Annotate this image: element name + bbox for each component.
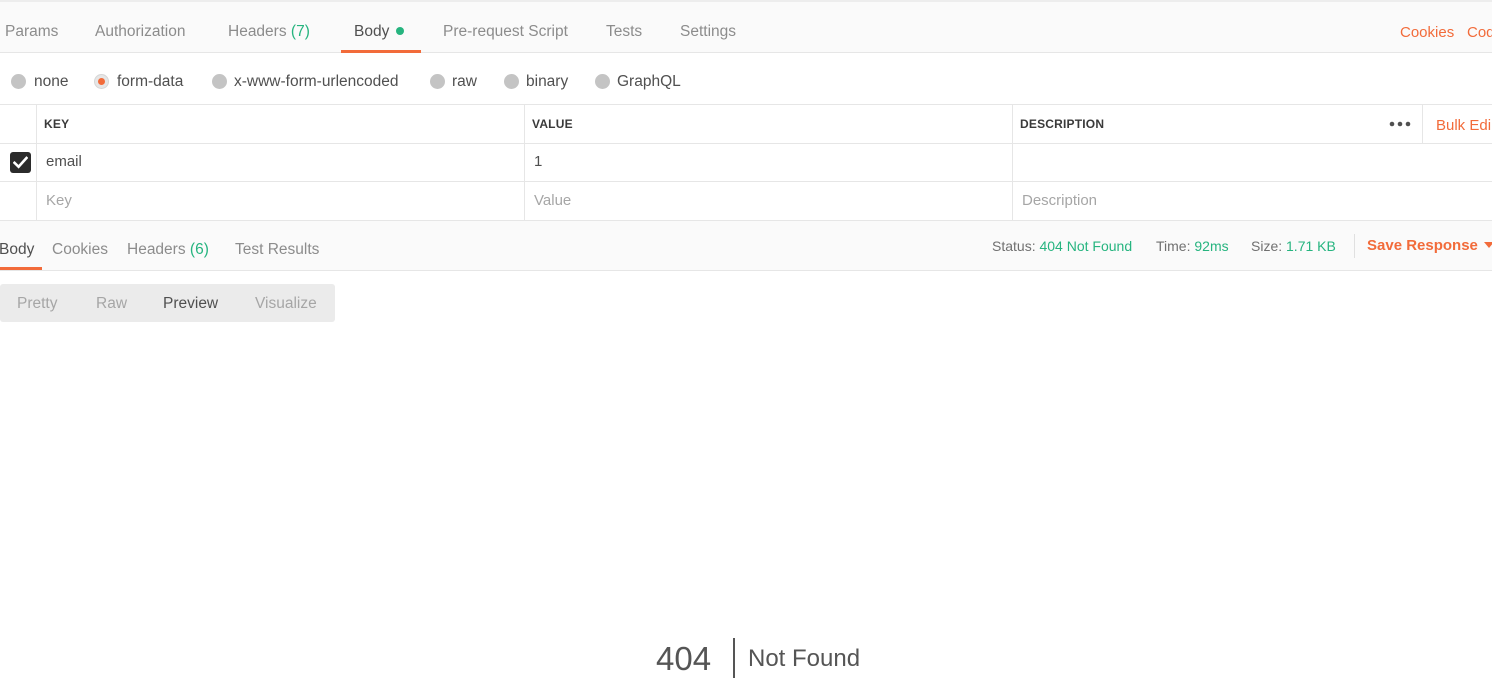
column-header-value: VALUE (532, 117, 573, 131)
view-mode-pretty[interactable]: Pretty (17, 284, 57, 323)
table-column-divider (36, 104, 37, 220)
radio-raw-icon[interactable] (430, 74, 445, 89)
tab-params[interactable]: Params (5, 2, 58, 53)
table-column-divider (1012, 104, 1013, 220)
column-header-description: DESCRIPTION (1020, 117, 1105, 131)
param-key-cell[interactable]: email (46, 143, 82, 181)
param-description-cell[interactable] (1022, 143, 1482, 181)
chevron-down-icon[interactable] (1484, 242, 1492, 248)
radio-urlencoded-icon[interactable] (212, 74, 227, 89)
response-tab-test-results[interactable]: Test Results (235, 221, 319, 270)
radio-graphql-icon[interactable] (595, 74, 610, 89)
bulk-edit-link[interactable]: Bulk Edi (1436, 104, 1491, 147)
response-preview (0, 322, 1492, 678)
response-headers-count: (6) (189, 241, 209, 258)
radio-raw-label[interactable]: raw (452, 53, 477, 104)
table-column-divider (524, 104, 525, 220)
radio-none-label[interactable]: none (34, 53, 68, 104)
error-separator (733, 638, 735, 678)
new-description-input[interactable]: Description (1022, 182, 1097, 220)
headers-count: (7) (290, 23, 310, 40)
new-key-input[interactable]: Key (46, 182, 72, 220)
tab-label: Body (354, 23, 390, 40)
response-time[interactable]: Time: 92ms (1156, 221, 1229, 271)
new-value-input[interactable]: Value (534, 182, 571, 220)
radio-form-data-label[interactable]: form-data (117, 53, 183, 104)
tab-label: Params (5, 23, 59, 40)
request-tab-bar: Params Authorization Headers (7) Body Pr… (0, 0, 1492, 53)
tab-label: Settings (680, 23, 737, 40)
meta-divider (1354, 234, 1355, 258)
radio-urlencoded-label[interactable]: x-www-form-urlencoded (234, 53, 399, 104)
view-mode-raw[interactable]: Raw (96, 284, 127, 323)
radio-form-data-icon[interactable] (94, 74, 109, 89)
time-value: 92ms (1194, 238, 1229, 254)
status-label: Status: (992, 238, 1036, 254)
body-type-selector: none form-data x-www-form-urlencoded raw… (0, 53, 1492, 104)
row-enabled-checkbox[interactable] (10, 152, 31, 173)
column-header-key: KEY (44, 117, 70, 131)
view-mode-selector: Pretty Raw Preview Visualize (0, 284, 335, 322)
active-tab-indicator (0, 267, 42, 270)
table-divider (0, 181, 1492, 182)
radio-none-icon[interactable] (11, 74, 26, 89)
tab-label: Headers (228, 23, 287, 40)
status-value: 404 Not Found (1039, 238, 1133, 254)
size-value: 1.71 KB (1286, 238, 1336, 254)
tab-tests[interactable]: Tests (606, 2, 642, 53)
tab-pre-request-script[interactable]: Pre-request Script (443, 2, 568, 53)
response-tab-body[interactable]: Body (0, 221, 34, 270)
radio-binary-icon[interactable] (504, 74, 519, 89)
response-tab-headers[interactable]: Headers (6) (127, 221, 209, 270)
radio-binary-label[interactable]: binary (526, 53, 568, 104)
tab-settings[interactable]: Settings (680, 2, 736, 53)
response-tab-cookies[interactable]: Cookies (52, 221, 108, 270)
response-status[interactable]: Status: 404 Not Found (992, 221, 1132, 271)
table-divider (0, 104, 1492, 105)
view-mode-preview[interactable]: Preview (163, 284, 218, 323)
view-mode-visualize[interactable]: Visualize (255, 284, 317, 323)
tab-label: Tests (606, 23, 643, 40)
more-options-icon[interactable] (1389, 113, 1411, 135)
size-label: Size: (1251, 238, 1283, 254)
tab-body[interactable]: Body (340, 2, 422, 53)
table-column-divider (1422, 104, 1423, 143)
tab-authorization[interactable]: Authorization (95, 2, 185, 53)
check-icon (13, 156, 28, 169)
tab-label: Headers (127, 241, 186, 258)
param-value-cell[interactable]: 1 (534, 143, 542, 181)
response-size[interactable]: Size: 1.71 KB (1251, 221, 1336, 271)
modified-dot-icon (396, 27, 405, 35)
tab-label: Authorization (95, 23, 186, 40)
save-response-button[interactable]: Save Response (1367, 221, 1478, 271)
time-label: Time: (1156, 238, 1191, 254)
radio-graphql-label[interactable]: GraphQL (617, 53, 681, 104)
tab-headers[interactable]: Headers (7) (228, 2, 310, 53)
tab-label: Pre-request Script (443, 23, 568, 40)
error-message: Not Found (748, 645, 861, 672)
error-code: 404 (656, 640, 712, 677)
